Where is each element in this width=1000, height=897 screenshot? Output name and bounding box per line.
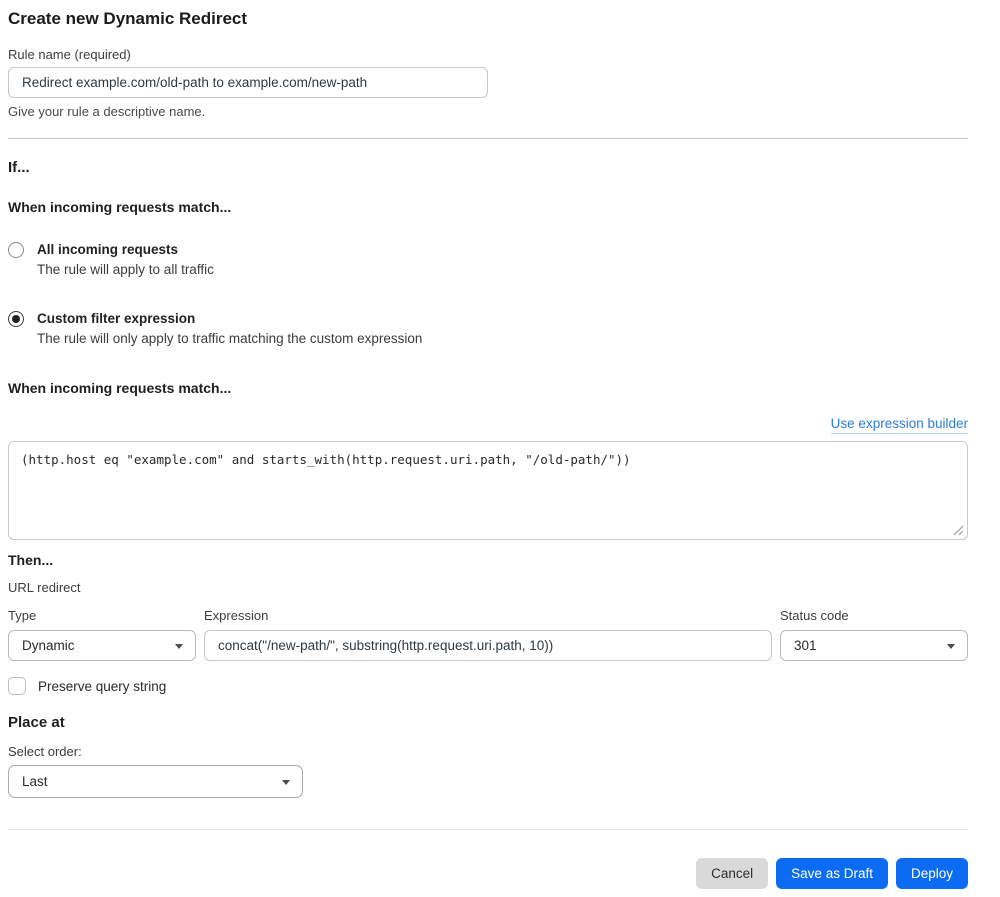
- save-as-draft-button[interactable]: Save as Draft: [776, 858, 888, 889]
- expression-input[interactable]: [204, 630, 772, 661]
- type-select[interactable]: Dynamic: [8, 630, 196, 661]
- radio-option-label: Custom filter expression: [37, 311, 196, 326]
- radio-option-custom-filter[interactable]: Custom filter expression The rule will o…: [8, 310, 968, 347]
- preserve-query-label: Preserve query string: [38, 678, 167, 694]
- if-heading: If...: [8, 159, 30, 176]
- rule-name-input[interactable]: [8, 67, 488, 98]
- radio-option-description: The rule will only apply to traffic matc…: [37, 331, 423, 346]
- radio-option-all-incoming[interactable]: All incoming requests The rule will appl…: [8, 241, 968, 278]
- deploy-button[interactable]: Deploy: [895, 858, 968, 889]
- order-select[interactable]: Last: [8, 765, 303, 798]
- footer-divider: [8, 829, 968, 830]
- chevron-down-icon: [175, 643, 183, 649]
- chevron-down-icon: [282, 779, 290, 785]
- radio-icon[interactable]: [8, 242, 24, 258]
- preserve-query-row[interactable]: Preserve query string: [8, 677, 968, 695]
- preserve-query-checkbox[interactable]: [8, 677, 26, 695]
- page-title: Create new Dynamic Redirect: [8, 9, 248, 28]
- status-code-label: Status code: [780, 608, 849, 623]
- status-code-select[interactable]: 301: [780, 630, 968, 661]
- cancel-button[interactable]: Cancel: [696, 858, 769, 889]
- select-order-label: Select order:: [8, 744, 82, 759]
- rule-name-label: Rule name (required): [8, 47, 131, 62]
- radio-icon[interactable]: [8, 311, 24, 327]
- place-at-heading: Place at: [8, 714, 65, 731]
- filter-expression-textarea[interactable]: (http.host eq "example.com" and starts_w…: [8, 441, 968, 540]
- incoming-match-heading: When incoming requests match...: [8, 199, 232, 215]
- type-label: Type: [8, 608, 37, 623]
- create-redirect-form: Create new Dynamic Redirect Rule name (r…: [8, 8, 968, 889]
- expression-label: Expression: [204, 608, 269, 623]
- status-code-value: 301: [794, 638, 817, 653]
- resize-handle-icon[interactable]: [953, 525, 964, 536]
- expression-match-heading: When incoming requests match...: [8, 380, 232, 396]
- type-select-value: Dynamic: [22, 638, 75, 653]
- then-heading: Then...: [8, 552, 54, 568]
- radio-option-description: The rule will apply to all traffic: [37, 262, 214, 277]
- section-divider: [8, 138, 968, 139]
- rule-name-help: Give your rule a descriptive name.: [8, 104, 206, 119]
- url-redirect-label: URL redirect: [8, 580, 81, 595]
- order-select-value: Last: [22, 774, 48, 789]
- radio-option-label: All incoming requests: [37, 242, 179, 257]
- chevron-down-icon: [947, 643, 955, 649]
- use-expression-builder-link[interactable]: Use expression builder: [830, 415, 968, 434]
